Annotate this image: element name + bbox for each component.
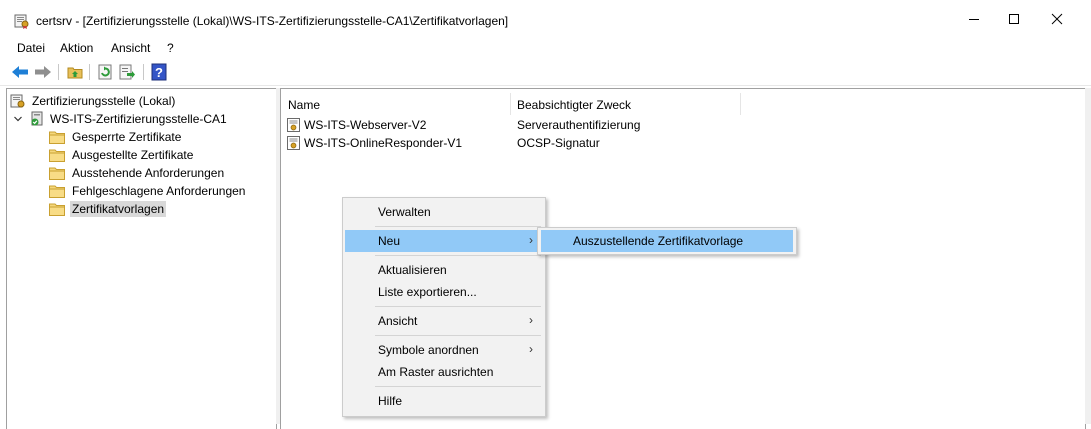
certificate-authority-icon — [10, 94, 25, 108]
tree-item-label: Zertifikatvorlagen — [70, 201, 167, 217]
folder-icon — [49, 185, 65, 198]
folder-icon — [49, 203, 65, 216]
menu-item-hilfe[interactable]: Hilfe — [345, 390, 543, 412]
mmc-window: certsrv - [Zertifizierungsstelle (Lokal)… — [0, 0, 1091, 429]
menu-item-auszustellende-zertifikatvorlage[interactable]: Auszustellende Zertifikatvorlage — [541, 230, 793, 252]
list-item-name: WS-ITS-OnlineResponder-V1 — [304, 136, 463, 150]
submenu-neu: Auszustellende Zertifikatvorlage — [537, 227, 797, 255]
close-icon — [1051, 13, 1063, 25]
menu-ansicht[interactable]: Ansicht — [111, 41, 150, 55]
menu-item-label: Symbole anordnen — [378, 343, 479, 357]
list-item-purpose: OCSP-Signatur — [517, 136, 600, 150]
back-arrow-icon[interactable] — [11, 63, 29, 81]
tree-ca-node[interactable]: WS-ITS-Zertifizierungsstelle-CA1 — [13, 110, 229, 128]
tree-item-label: Ausgestellte Zertifikate — [72, 148, 194, 162]
list-item[interactable]: WS-ITS-OnlineResponder-V1 — [287, 134, 462, 152]
chevron-right-icon: › — [529, 342, 533, 356]
context-menu: Verwalten Neu › Aktualisieren Liste expo… — [342, 197, 546, 417]
tree-item-fehlgeschlagene-anforderungen[interactable]: Fehlgeschlagene Anforderungen — [49, 182, 247, 200]
chevron-down-icon[interactable] — [13, 114, 23, 124]
toolbar-separator — [58, 64, 59, 80]
list-item-purpose: Serverauthentifizierung — [517, 118, 641, 132]
tree-ca-label: WS-ITS-Zertifizierungsstelle-CA1 — [50, 112, 227, 126]
list-item-purpose-cell: Serverauthentifizierung — [517, 116, 640, 134]
refresh-icon[interactable] — [96, 63, 114, 81]
menu-item-verwalten[interactable]: Verwalten — [345, 201, 543, 223]
window-title: certsrv - [Zertifizierungsstelle (Lokal)… — [36, 14, 509, 28]
menu-item-label: Aktualisieren — [378, 263, 447, 277]
list-item-purpose-cell: OCSP-Signatur — [517, 134, 600, 152]
tree-item-ausgestellte-zertifikate[interactable]: Ausgestellte Zertifikate — [49, 146, 195, 164]
column-header-name[interactable]: Name — [288, 94, 320, 116]
menu-bar: Datei Aktion Ansicht ? — [0, 38, 1091, 58]
tree-item-zertifikatvorlagen[interactable]: Zertifikatvorlagen — [49, 200, 167, 218]
menu-separator — [375, 255, 541, 256]
ca-server-check-icon — [31, 111, 43, 126]
up-folder-icon[interactable] — [66, 63, 84, 81]
folder-icon — [49, 167, 65, 180]
menu-item-ansicht[interactable]: Ansicht › — [345, 310, 543, 332]
help-icon[interactable]: ? — [150, 63, 168, 81]
menu-separator — [375, 335, 541, 336]
menu-item-label: Verwalten — [378, 205, 431, 219]
menu-item-label: Liste exportieren... — [378, 285, 477, 299]
menu-item-neu[interactable]: Neu › — [345, 230, 543, 252]
toolbar: ? — [0, 59, 1091, 86]
window-right-edge — [1085, 88, 1091, 424]
menu-item-label: Hilfe — [378, 394, 403, 408]
folder-icon — [49, 149, 65, 162]
toolbar-separator — [89, 64, 90, 80]
menu-item-label: Auszustellende Zertifikatvorlage — [573, 234, 744, 248]
menu-separator — [375, 306, 541, 307]
tree-item-label: Fehlgeschlagene Anforderungen — [72, 184, 246, 198]
chevron-right-icon: › — [529, 313, 533, 327]
tree-item-label: Gesperrte Zertifikate — [72, 130, 182, 144]
tree-pane: Zertifizierungsstelle (Lokal) WS-ITS-Zer… — [6, 88, 277, 429]
minimize-icon — [969, 19, 979, 20]
folder-icon — [49, 131, 65, 144]
maximize-button[interactable] — [991, 0, 1037, 38]
tree-root-node[interactable]: Zertifizierungsstelle (Lokal) — [10, 92, 177, 110]
close-button[interactable] — [1034, 0, 1080, 38]
menu-item-label: Neu — [378, 234, 401, 248]
column-header-purpose[interactable]: Beabsichtigter Zweck — [517, 94, 631, 116]
list-item[interactable]: WS-ITS-Webserver-V2 — [287, 116, 426, 134]
menu-separator — [375, 226, 541, 227]
menu-item-label: Am Raster ausrichten — [378, 365, 494, 379]
menu-item-label: Ansicht — [378, 314, 418, 328]
menu-help[interactable]: ? — [167, 41, 174, 55]
menu-item-aktualisieren[interactable]: Aktualisieren — [345, 259, 543, 281]
tree-item-gesperrte-zertifikate[interactable]: Gesperrte Zertifikate — [49, 128, 183, 146]
chevron-right-icon: › — [529, 233, 533, 247]
menu-item-am-raster-ausrichten[interactable]: Am Raster ausrichten — [345, 361, 543, 383]
menu-aktion[interactable]: Aktion — [60, 41, 93, 55]
svg-text:?: ? — [155, 65, 163, 80]
menu-item-symbole-anordnen[interactable]: Symbole anordnen › — [345, 339, 543, 361]
list-item-name: WS-ITS-Webserver-V2 — [304, 118, 427, 132]
menu-datei[interactable]: Datei — [17, 41, 45, 55]
column-divider[interactable] — [740, 93, 741, 115]
export-list-icon[interactable] — [118, 63, 136, 81]
menu-item-liste-exportieren[interactable]: Liste exportieren... — [345, 281, 543, 303]
menu-separator — [375, 386, 541, 387]
toolbar-separator — [143, 64, 144, 80]
certificate-template-icon — [287, 136, 300, 150]
tree-root-label: Zertifizierungsstelle (Lokal) — [32, 94, 176, 108]
tree-item-label: Ausstehende Anforderungen — [72, 166, 225, 180]
maximize-icon — [1009, 14, 1019, 24]
certsrv-app-icon — [14, 14, 29, 29]
forward-arrow-icon[interactable] — [34, 63, 52, 81]
title-bar[interactable]: certsrv - [Zertifizierungsstelle (Lokal)… — [0, 0, 1091, 38]
tree-item-ausstehende-anforderungen[interactable]: Ausstehende Anforderungen — [49, 164, 226, 182]
certificate-template-icon — [287, 118, 300, 132]
column-divider[interactable] — [510, 93, 511, 115]
